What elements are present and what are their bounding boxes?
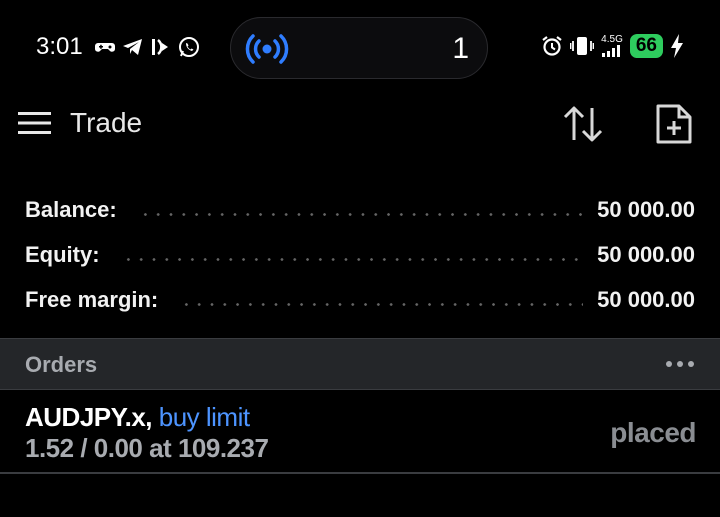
sort-icon[interactable] xyxy=(561,104,605,144)
app-bar: Trade xyxy=(0,96,720,152)
order-row[interactable]: AUDJPY.x, buy limit 1.52 / 0.00 at 109.2… xyxy=(0,390,720,474)
notification-icons xyxy=(94,36,200,58)
free-margin-value: 50 000.00 xyxy=(597,287,695,312)
orders-section-header: Orders xyxy=(0,338,720,390)
network-type: 4.5G xyxy=(601,34,623,45)
whatsapp-icon xyxy=(179,37,199,57)
telegram-icon xyxy=(123,39,142,55)
battery-indicator: 66 xyxy=(629,34,663,58)
status-bar: 3:01 1 4.5G 66 xyxy=(0,0,720,96)
vibrate-icon xyxy=(569,37,594,55)
order-state: placed xyxy=(610,417,696,448)
balance-value: 50 000.00 xyxy=(597,197,695,222)
hamburger-menu-icon[interactable] xyxy=(18,110,52,136)
system-icons: 4.5G 66 xyxy=(541,34,684,58)
balance-row: Balance: 50 000.00 xyxy=(25,195,695,225)
order-type: buy limit xyxy=(158,402,250,432)
alarm-icon xyxy=(542,36,562,56)
order-symbol: AUDJPY.x, xyxy=(25,402,153,432)
equity-value: 50 000.00 xyxy=(597,242,695,267)
dot-leader xyxy=(138,212,584,216)
order-title: AUDJPY.x, buy limit xyxy=(25,402,250,433)
equity-label: Equity: xyxy=(25,242,100,267)
game-controller-icon xyxy=(95,43,115,52)
dot-leader xyxy=(180,302,584,306)
free-margin-row: Free margin: 50 000.00 xyxy=(25,285,695,315)
new-order-icon[interactable] xyxy=(654,102,694,146)
signal-app-icon xyxy=(152,39,168,55)
orders-header-label: Orders xyxy=(25,352,98,377)
network-indicator: 4.5G xyxy=(601,35,623,57)
dot-leader xyxy=(121,257,584,261)
balance-label: Balance: xyxy=(25,197,117,222)
more-options-icon[interactable] xyxy=(666,361,694,367)
page-title: Trade xyxy=(70,107,143,138)
free-margin-label: Free margin: xyxy=(25,287,159,312)
order-volume-price: 1.52 / 0.00 at 109.237 xyxy=(25,433,269,463)
live-activity-pill[interactable]: 1 xyxy=(230,17,488,79)
live-activity-count: 1 xyxy=(452,32,469,65)
battery-level: 66 xyxy=(635,35,657,56)
charging-bolt-icon xyxy=(671,34,683,58)
equity-row: Equity: 50 000.00 xyxy=(25,240,695,270)
broadcast-icon xyxy=(245,34,289,64)
status-time: 3:01 xyxy=(36,33,83,60)
cell-signal-icon xyxy=(601,45,620,57)
